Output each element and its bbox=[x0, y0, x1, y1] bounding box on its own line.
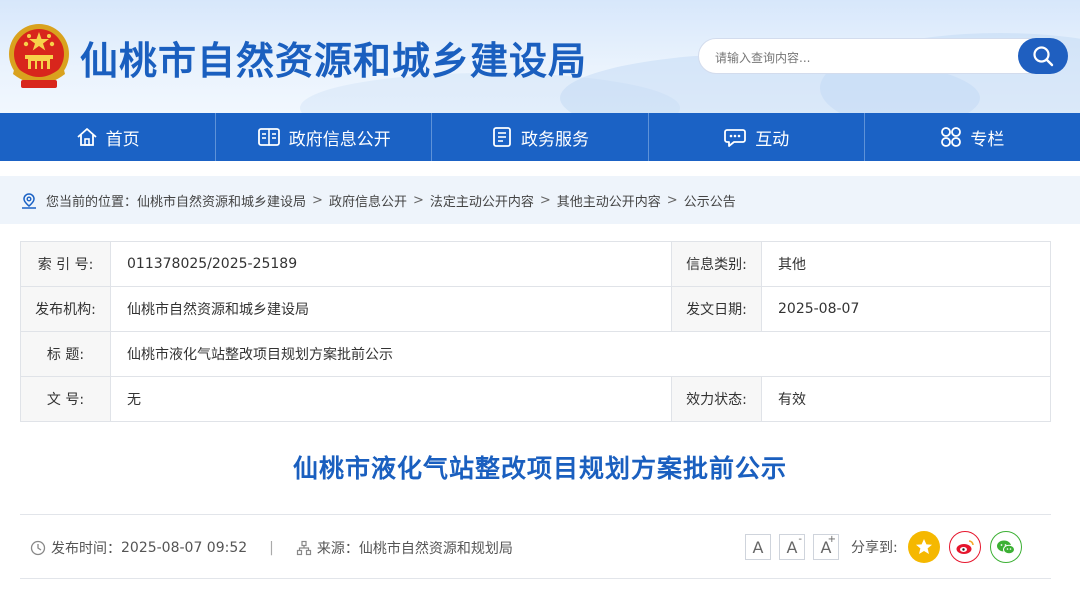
breadcrumb-item[interactable]: 仙桃市自然资源和城乡建设局 bbox=[137, 191, 306, 210]
title-value: 仙桃市液化气站整改项目规划方案批前公示 bbox=[110, 331, 1051, 377]
breadcrumb-item[interactable]: 其他主动公开内容 bbox=[557, 191, 661, 210]
weibo-icon bbox=[956, 540, 974, 554]
font-increase-button[interactable]: A + bbox=[813, 534, 839, 560]
service-doc-icon bbox=[493, 127, 511, 147]
font-decrease-button[interactable]: A- bbox=[779, 534, 805, 560]
location-pin-icon bbox=[22, 192, 36, 209]
home-icon bbox=[76, 128, 97, 146]
table-row: 发布机构: 仙桃市自然资源和城乡建设局 发文日期: 2025-08-07 bbox=[20, 286, 1051, 332]
divider-line bbox=[20, 514, 1051, 515]
date-value: 2025-08-07 bbox=[761, 286, 1051, 332]
breadcrumb-item[interactable]: 法定主动公开内容 bbox=[430, 191, 534, 210]
share-weibo-button[interactable] bbox=[948, 531, 981, 563]
breadcrumb-prefix: 您当前的位置： bbox=[46, 195, 138, 210]
breadcrumb: 您当前的位置： 仙桃市自然资源和城乡建设局 > 政府信息公开 > 法定主动公开内… bbox=[20, 191, 736, 210]
breadcrumb-item[interactable]: 公示公告 bbox=[684, 191, 736, 210]
chat-icon bbox=[724, 129, 747, 147]
qzone-icon bbox=[915, 539, 932, 554]
table-row: 标 题: 仙桃市液化气站整改项目规划方案批前公示 bbox=[20, 331, 1051, 377]
source-icon bbox=[296, 540, 311, 556]
index-value: 011378025/2025-25189 bbox=[110, 241, 672, 287]
meta-divider: | bbox=[269, 540, 274, 556]
site-header: 仙桃市自然资源和城乡建设局 bbox=[0, 0, 1080, 113]
share-wechat-button[interactable] bbox=[989, 531, 1022, 563]
nav-item-column[interactable]: 专栏 bbox=[865, 113, 1080, 161]
issuer-value: 仙桃市自然资源和城乡建设局 bbox=[110, 286, 672, 332]
docno-label: 文 号: bbox=[20, 376, 111, 422]
main-nav: 首页 政府信息公开 政务服务 互动 专栏 bbox=[0, 113, 1080, 161]
search-button[interactable] bbox=[1018, 38, 1068, 74]
article-tools: A A- A + 分享到: bbox=[745, 531, 1031, 563]
nav-label: 政务服务 bbox=[521, 129, 589, 150]
article-meta: 发布时间： 2025-08-07 09:52 | 来源： 仙桃市自然资源和规划局 bbox=[30, 538, 513, 558]
search-box bbox=[698, 38, 1068, 74]
article-title: 仙桃市液化气站整改项目规划方案批前公示 bbox=[292, 454, 787, 483]
index-label: 索 引 号: bbox=[20, 241, 111, 287]
nav-item-interact[interactable]: 互动 bbox=[649, 113, 865, 161]
share-label: 分享到: bbox=[851, 540, 898, 556]
nav-item-gov-info[interactable]: 政府信息公开 bbox=[216, 113, 433, 161]
font-default-button[interactable]: A bbox=[745, 534, 771, 560]
national-emblem-icon bbox=[9, 24, 69, 88]
font-increase-sign: + bbox=[827, 534, 836, 545]
docno-value: 无 bbox=[110, 376, 672, 422]
issuer-label: 发布机构: bbox=[20, 286, 111, 332]
date-label: 发文日期: bbox=[671, 286, 762, 332]
nav-label: 首页 bbox=[105, 129, 140, 150]
doc-info-table: 索 引 号: 011378025/2025-25189 信息类别: 其他 发布机… bbox=[20, 241, 1051, 422]
nav-label: 互动 bbox=[755, 129, 790, 150]
category-value: 其他 bbox=[761, 241, 1051, 287]
breadcrumb-bar: 您当前的位置： 仙桃市自然资源和城乡建设局 > 政府信息公开 > 法定主动公开内… bbox=[0, 176, 1080, 224]
nav-label: 专栏 bbox=[970, 129, 1005, 150]
breadcrumb-separator: > bbox=[412, 193, 424, 208]
search-icon bbox=[1033, 46, 1054, 67]
table-row: 文 号: 无 效力状态: 有效 bbox=[20, 376, 1051, 422]
title-label: 标 题: bbox=[20, 331, 111, 377]
breadcrumb-separator: > bbox=[539, 193, 551, 208]
site-title: 仙桃市自然资源和城乡建设局 bbox=[80, 39, 588, 83]
divider-line bbox=[20, 578, 1051, 579]
table-row: 索 引 号: 011378025/2025-25189 信息类别: 其他 bbox=[20, 241, 1051, 287]
source-value: 仙桃市自然资源和规划局 bbox=[358, 541, 513, 557]
category-label: 信息类别: bbox=[671, 241, 762, 287]
wechat-icon bbox=[996, 540, 1015, 555]
breadcrumb-separator: > bbox=[666, 193, 678, 208]
nav-item-home[interactable]: 首页 bbox=[0, 113, 217, 161]
font-decrease-label: A bbox=[786, 537, 798, 557]
nav-item-gov-service[interactable]: 政务服务 bbox=[432, 113, 649, 161]
breadcrumb-item[interactable]: 政府信息公开 bbox=[329, 191, 407, 210]
breadcrumb-separator: > bbox=[312, 193, 323, 208]
font-default-label: A bbox=[752, 537, 764, 557]
clock-icon bbox=[30, 540, 46, 556]
source-label: 来源： bbox=[316, 541, 359, 557]
publish-label: 发布时间： bbox=[51, 541, 121, 557]
grid-icon bbox=[941, 127, 962, 147]
nav-label: 政府信息公开 bbox=[288, 129, 391, 150]
publish-time: 2025-08-07 09:52 bbox=[121, 540, 248, 556]
status-label: 效力状态: bbox=[671, 376, 762, 422]
document-list-icon bbox=[257, 128, 280, 146]
search-input[interactable] bbox=[713, 47, 1017, 69]
share-qzone-button[interactable] bbox=[907, 531, 940, 563]
status-value: 有效 bbox=[761, 376, 1051, 422]
font-decrease-sign: - bbox=[798, 534, 802, 545]
